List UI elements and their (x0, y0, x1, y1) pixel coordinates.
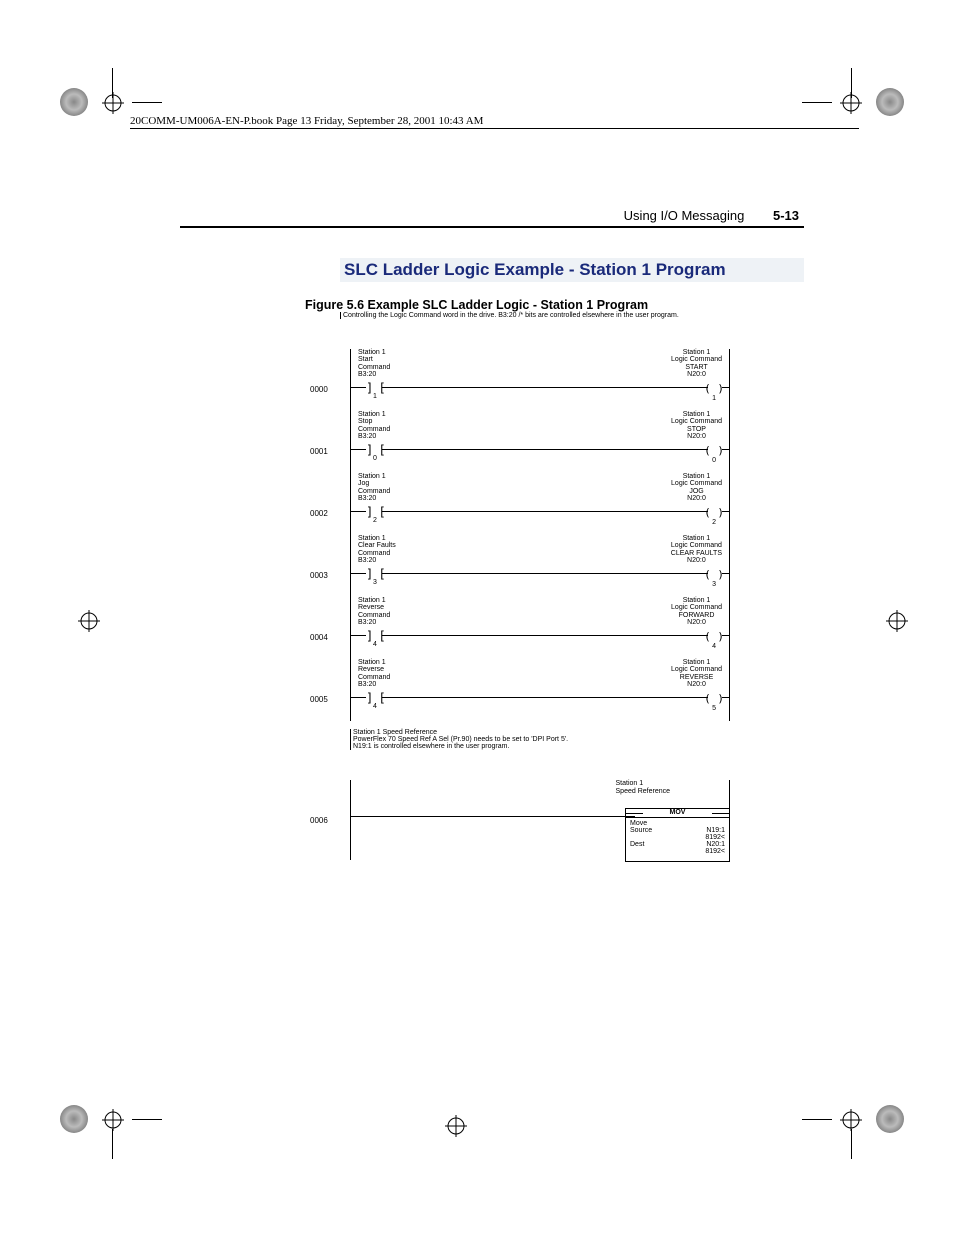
rung-number: 0004 (310, 633, 328, 642)
output-bit: 1 (712, 395, 716, 402)
main-heading: SLC Ladder Logic Example - Station 1 Pro… (340, 258, 804, 282)
figure-caption: Figure 5.6 Example SLC Ladder Logic - St… (305, 298, 648, 312)
rung-number: 0003 (310, 571, 328, 580)
rung: 0005Station 1ReverseCommandB3:204Station… (340, 659, 730, 721)
output-bit: 2 (712, 519, 716, 526)
rule-top (130, 128, 859, 129)
input-bit: 4 (373, 703, 377, 710)
output-bit: 4 (712, 643, 716, 650)
rung-number: 0000 (310, 385, 328, 394)
page-number: 5-13 (773, 208, 799, 223)
ladder-intro: Controlling the Logic Command word in th… (340, 312, 730, 319)
output-bit: 3 (712, 581, 716, 588)
input-bit: 0 (373, 455, 377, 462)
input-label: Station 1ReverseCommandB3:20 (358, 597, 390, 626)
mov-title: Station 1 Speed Reference (616, 780, 670, 795)
output-label: Station 1Logic CommandSTOPN20:0 (671, 411, 722, 440)
output-label: Station 1Logic CommandFORWARDN20:0 (671, 597, 722, 626)
output-bit: 5 (712, 705, 716, 712)
output-label: Station 1Logic CommandSTARTN20:0 (671, 349, 722, 378)
rung: 0001Station 1StopCommandB3:200Station 1L… (340, 411, 730, 473)
output-bit: 0 (712, 457, 716, 464)
rung: 0002Station 1JogCommandB3:202Station 1Lo… (340, 473, 730, 535)
rung: 0004Station 1ReverseCommandB3:204Station… (340, 597, 730, 659)
ote-coil-icon: ( ) (704, 568, 724, 581)
ote-coil-icon: ( ) (704, 692, 724, 705)
output-label: Station 1Logic CommandCLEAR FAULTSN20:0 (671, 535, 722, 564)
input-label: Station 1StopCommandB3:20 (358, 411, 390, 440)
rung: 0000Station 1StartCommandB3:201Station 1… (340, 349, 730, 411)
output-label: Station 1Logic CommandJOGN20:0 (671, 473, 722, 502)
ote-coil-icon: ( ) (704, 444, 724, 457)
rung-number: 0002 (310, 509, 328, 518)
ote-coil-icon: ( ) (704, 382, 724, 395)
book-header: 20COMM-UM006A-EN-P.book Page 13 Friday, … (130, 115, 483, 127)
input-label: Station 1ReverseCommandB3:20 (358, 659, 390, 688)
ote-coil-icon: ( ) (704, 630, 724, 643)
rung-mov: 0006 Station 1 Speed Reference MOV Move … (340, 780, 730, 900)
speed-note: Station 1 Speed Reference PowerFlex 70 S… (350, 729, 730, 750)
input-bit: 2 (373, 517, 377, 524)
section-name: Using I/O Messaging (624, 208, 745, 223)
input-label: Station 1StartCommandB3:20 (358, 349, 390, 378)
input-bit: 3 (373, 579, 377, 586)
mov-instruction: MOV Move SourceN19:1 8192< DestN20:1 819… (625, 808, 730, 862)
rung-number: 0006 (310, 816, 328, 825)
ladder-diagram: Controlling the Logic Command word in th… (340, 312, 730, 900)
page-header: Using I/O Messaging 5-13 (624, 208, 799, 223)
input-bit: 1 (373, 393, 377, 400)
ote-coil-icon: ( ) (704, 506, 724, 519)
output-label: Station 1Logic CommandREVERSEN20:0 (671, 659, 722, 688)
input-bit: 4 (373, 641, 377, 648)
rung: 0003Station 1Clear FaultsCommandB3:203St… (340, 535, 730, 597)
rule-page (180, 226, 804, 228)
rung-number: 0001 (310, 447, 328, 456)
input-label: Station 1Clear FaultsCommandB3:20 (358, 535, 396, 564)
rung-number: 0005 (310, 695, 328, 704)
input-label: Station 1JogCommandB3:20 (358, 473, 390, 502)
